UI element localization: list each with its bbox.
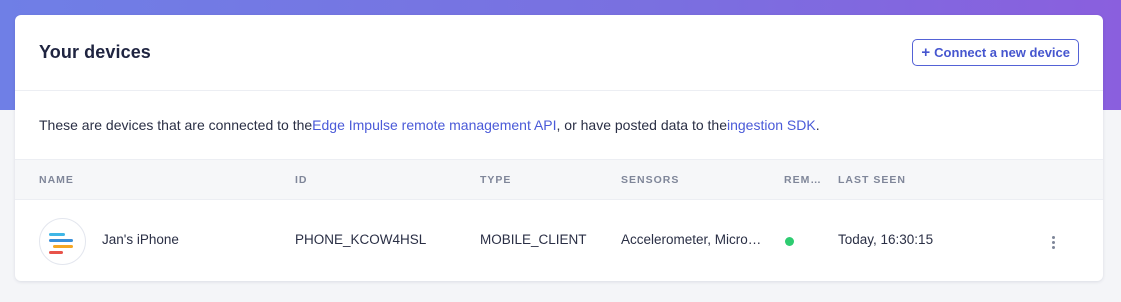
devices-card: Your devices + Connect a new device Thes… <box>15 15 1103 281</box>
header-name[interactable]: NAME <box>39 174 74 186</box>
header-sensors[interactable]: SENSORS <box>621 174 679 186</box>
remote-status-online-icon <box>785 237 794 246</box>
header-type[interactable]: TYPE <box>480 174 511 186</box>
more-options-icon[interactable] <box>1045 232 1061 252</box>
remote-management-api-link[interactable]: Edge Impulse remote management API <box>312 117 556 133</box>
description-text-2: , or have posted data to the <box>556 117 727 133</box>
ingestion-sdk-link[interactable]: ingestion SDK <box>727 117 816 133</box>
description-text-1: These are devices that are connected to … <box>39 117 313 133</box>
device-name[interactable]: Jan's iPhone <box>102 232 179 247</box>
card-title: Your devices <box>39 42 151 62</box>
table-header: NAME ID TYPE SENSORS REM… LAST SEEN <box>15 160 1103 200</box>
connect-button-label: Connect a new device <box>934 45 1070 60</box>
device-avatar-icon <box>39 218 86 265</box>
card-header: Your devices + Connect a new device <box>15 15 1103 91</box>
device-type: MOBILE_CLIENT <box>480 232 587 247</box>
header-id[interactable]: ID <box>295 174 308 186</box>
table-row[interactable]: Jan's iPhone PHONE_KCOW4HSL MOBILE_CLIEN… <box>15 200 1103 281</box>
device-last-seen: Today, 16:30:15 <box>838 232 934 247</box>
devices-description: These are devices that are connected to … <box>15 91 1103 160</box>
header-last-seen[interactable]: LAST SEEN <box>838 174 906 186</box>
device-sensors: Accelerometer, Micro… <box>621 232 762 247</box>
connect-new-device-button[interactable]: + Connect a new device <box>912 39 1079 66</box>
device-id: PHONE_KCOW4HSL <box>295 232 427 247</box>
header-remote-management[interactable]: REM… <box>784 174 822 186</box>
plus-icon: + <box>921 44 931 61</box>
description-text-3: . <box>815 117 820 133</box>
